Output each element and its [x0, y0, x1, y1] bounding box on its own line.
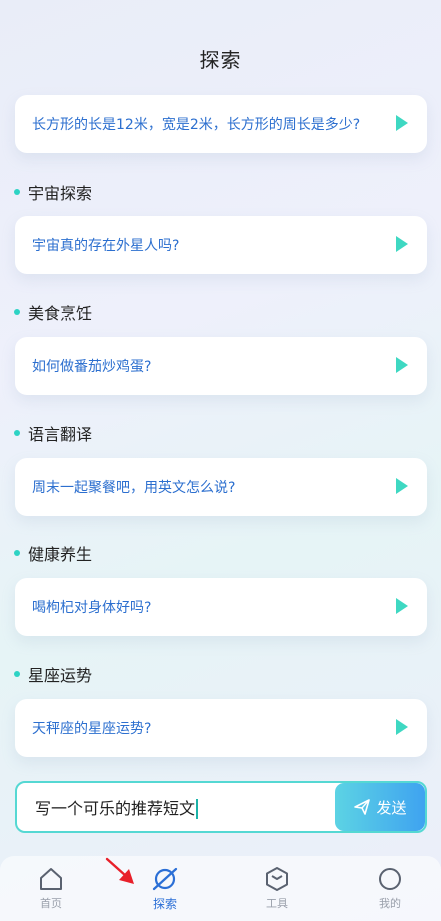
- section-label-cooking: 美食烹饪: [14, 300, 92, 324]
- question-card-health[interactable]: 喝枸杞对身体好吗?: [15, 578, 427, 636]
- send-label: 发送: [376, 798, 407, 817]
- tab-label: 首页: [40, 897, 62, 910]
- section-title: 星座运势: [28, 666, 93, 685]
- play-icon[interactable]: [395, 356, 409, 374]
- question-text: 天秤座的星座运势?: [32, 721, 152, 737]
- chat-input-bar[interactable]: 写一个可乐的推荐短文 发送: [15, 781, 427, 833]
- bullet-dot: [14, 309, 20, 315]
- page-title: 探索: [199, 48, 242, 72]
- play-icon[interactable]: [395, 718, 409, 736]
- section-label-universe: 宇宙探索: [14, 180, 92, 204]
- cube-icon: [266, 867, 288, 891]
- question-text: 如何做番茄炒鸡蛋?: [32, 359, 152, 375]
- profile-circle-icon: [379, 868, 401, 890]
- bullet-dot: [14, 430, 20, 436]
- tab-profile[interactable]: 我的: [350, 856, 430, 921]
- section-label-translation: 语言翻译: [14, 421, 92, 445]
- tab-tools[interactable]: 工具: [237, 856, 317, 921]
- question-text: 喝枸杞对身体好吗?: [32, 600, 152, 616]
- tab-label: 我的: [379, 897, 401, 910]
- question-text: 周末一起聚餐吧，用英文怎么说?: [32, 480, 236, 496]
- question-card-translation[interactable]: 周末一起聚餐吧，用英文怎么说?: [15, 458, 427, 516]
- question-card-perimeter[interactable]: 长方形的长是12米，宽是2米，长方形的周长是多少?: [15, 95, 427, 153]
- play-icon[interactable]: [395, 477, 409, 495]
- bottom-tab-bar: 首页 探索 工具 我的: [0, 856, 441, 921]
- section-title: 美食烹饪: [28, 304, 93, 323]
- annotation-arrow-icon: [105, 857, 134, 884]
- question-card-horoscope[interactable]: 天秤座的星座运势?: [15, 699, 427, 757]
- play-icon[interactable]: [395, 597, 409, 615]
- question-card-cooking[interactable]: 如何做番茄炒鸡蛋?: [15, 337, 427, 395]
- section-label-health: 健康养生: [14, 541, 92, 565]
- section-title: 语言翻译: [28, 425, 93, 444]
- tab-label: 探索: [152, 897, 177, 911]
- home-icon: [40, 868, 62, 890]
- section-title: 宇宙探索: [28, 184, 93, 203]
- chat-input[interactable]: 写一个可乐的推荐短文: [17, 795, 199, 820]
- question-text: 宇宙真的存在外星人吗?: [32, 238, 180, 254]
- question-text: 长方形的长是12米，宽是2米，长方形的周长是多少?: [32, 117, 361, 133]
- bullet-dot: [14, 189, 20, 195]
- chat-input-value: 写一个可乐的推荐短文: [35, 798, 196, 818]
- tab-label: 工具: [266, 897, 288, 910]
- section-title: 健康养生: [28, 545, 93, 564]
- bullet-dot: [14, 550, 20, 556]
- tab-home[interactable]: 首页: [11, 856, 91, 921]
- paper-plane-icon: [354, 799, 371, 815]
- question-card-universe[interactable]: 宇宙真的存在外星人吗?: [15, 216, 427, 274]
- text-cursor: [196, 799, 199, 820]
- play-icon[interactable]: [395, 114, 409, 132]
- bullet-dot: [14, 671, 20, 677]
- play-icon[interactable]: [395, 235, 409, 253]
- section-label-horoscope: 星座运势: [14, 662, 92, 686]
- explore-planet-icon: [152, 867, 178, 891]
- send-button[interactable]: 发送: [335, 783, 425, 831]
